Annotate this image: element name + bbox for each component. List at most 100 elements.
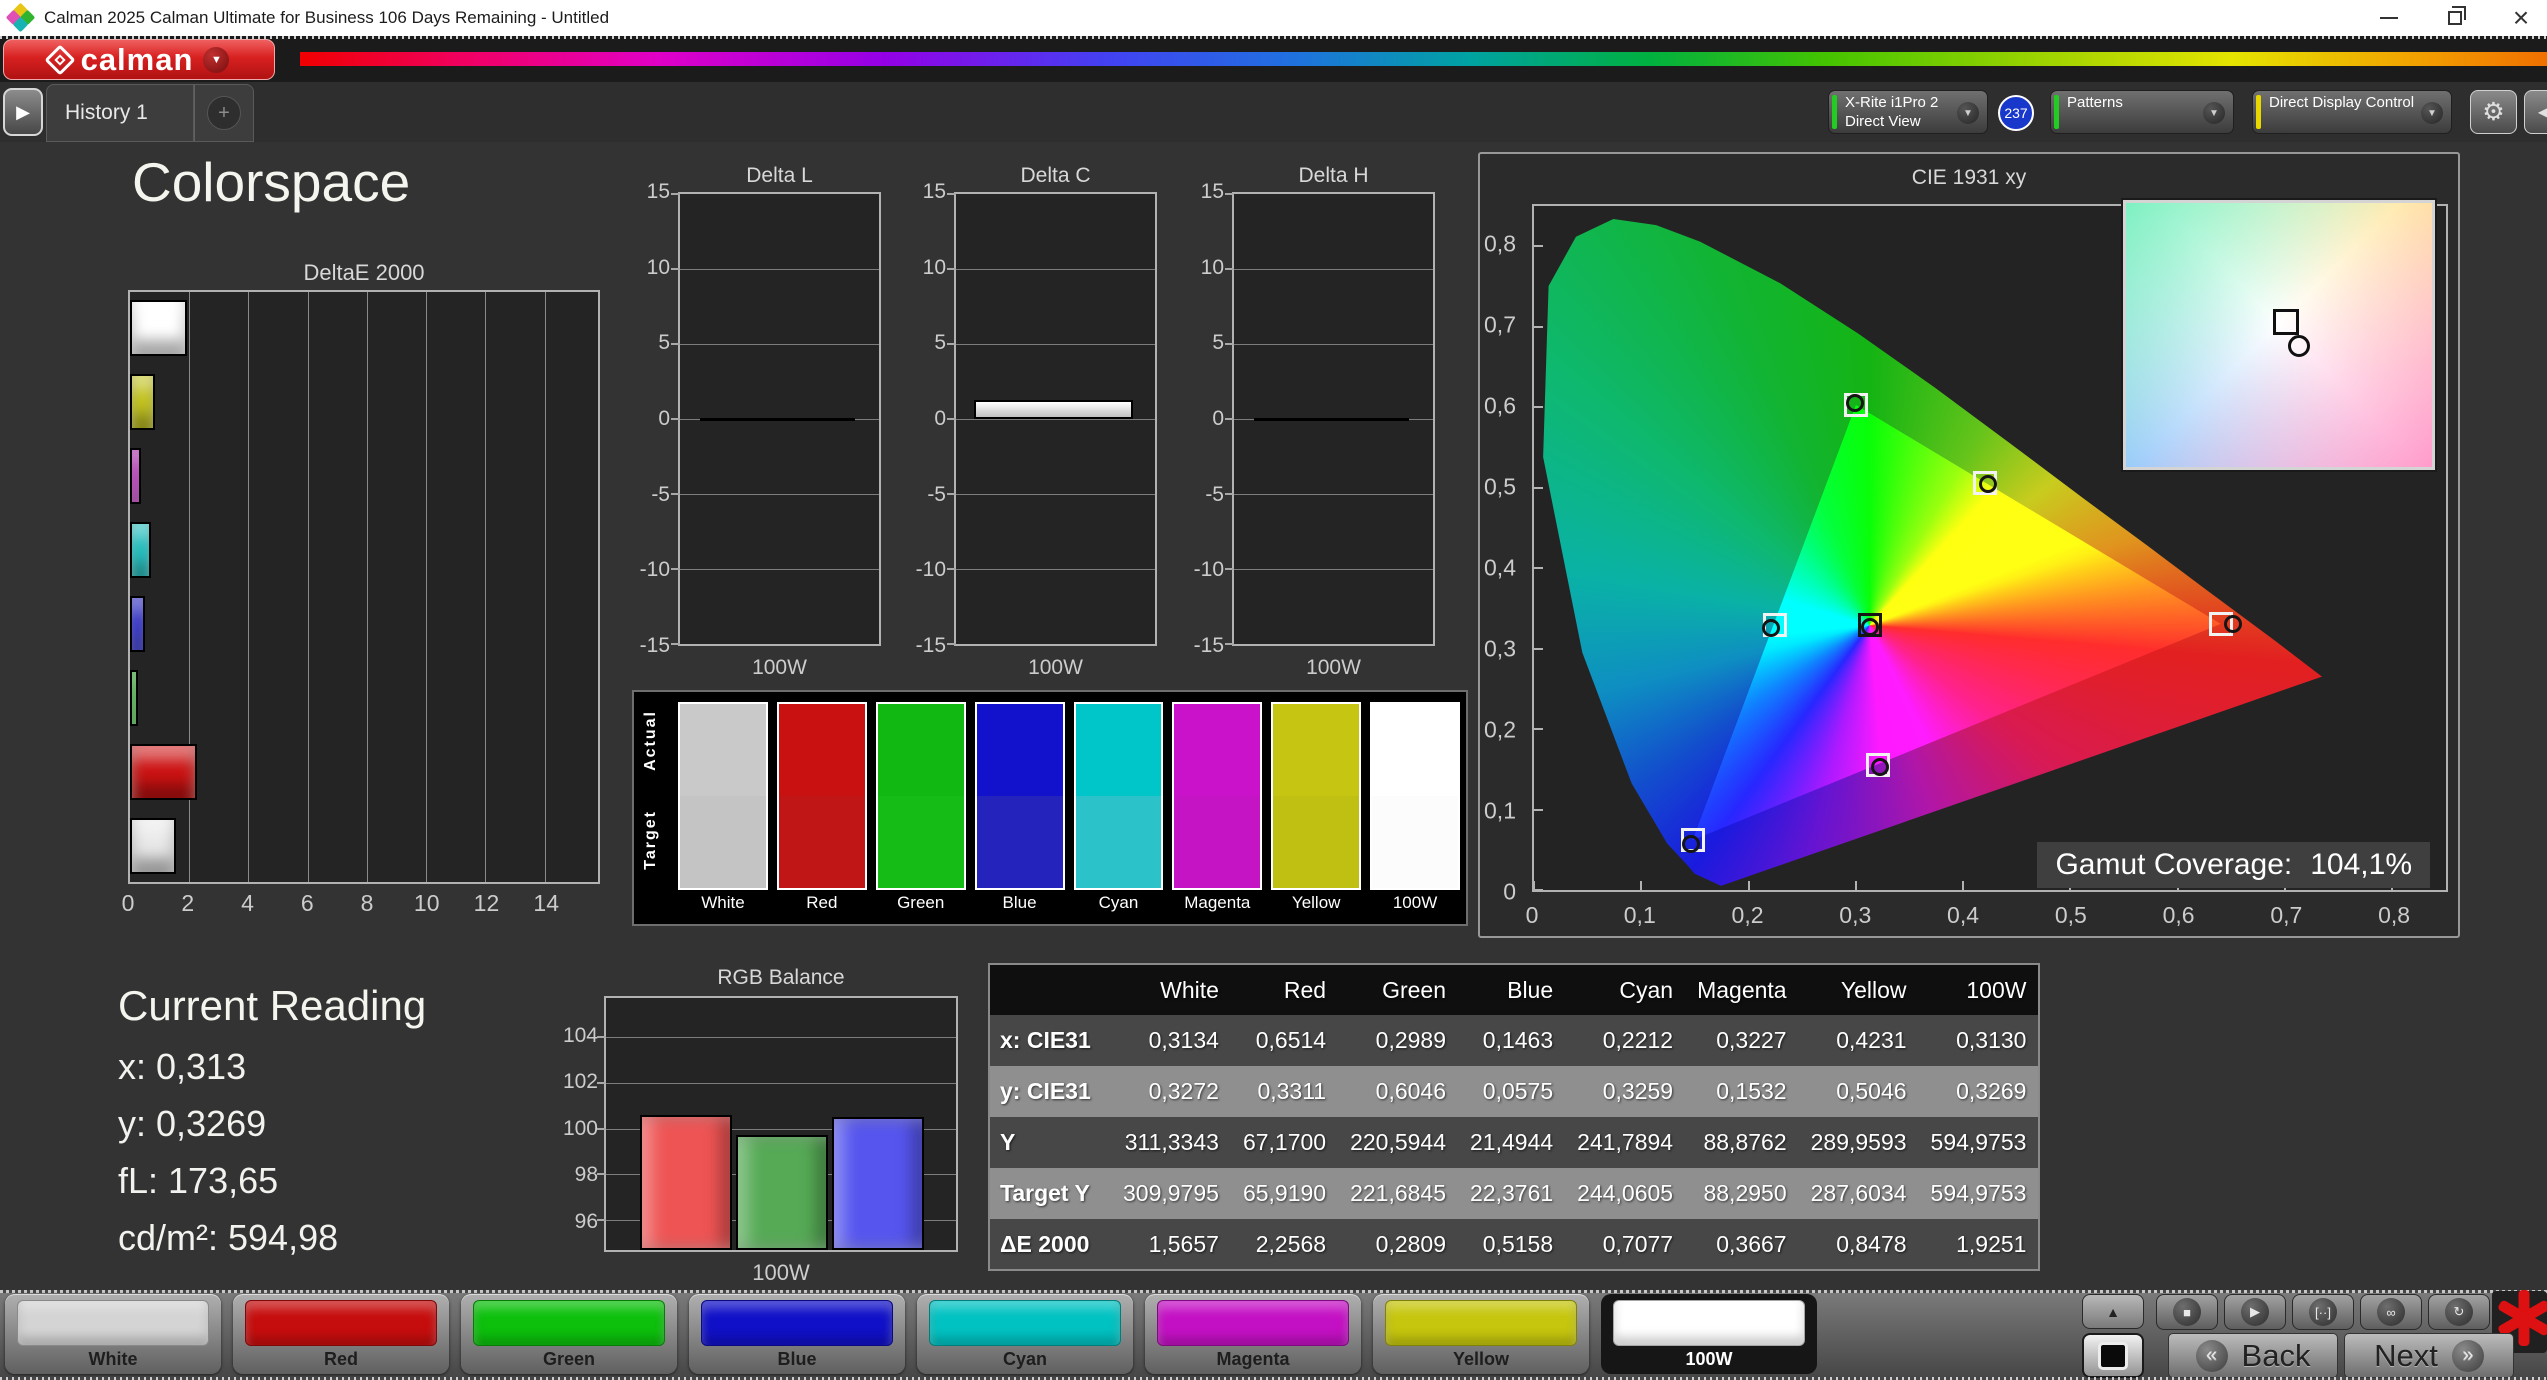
target-swatch: [778, 796, 865, 888]
table-cell: 0,3227: [1716, 1027, 1787, 1053]
table-cell: 0,6514: [1255, 1027, 1327, 1053]
plus-icon: +: [207, 96, 241, 130]
gridline: [366, 292, 368, 882]
next-button[interactable]: Next »: [2344, 1333, 2514, 1378]
pattern-button-blue[interactable]: Blue: [689, 1294, 905, 1374]
swatch-label: Blue: [1002, 893, 1037, 912]
table-cell: 88,2950: [1703, 1180, 1787, 1206]
axis-tick-label: 6: [300, 890, 314, 916]
restore-button[interactable]: [2438, 0, 2472, 36]
delta-h-chart: Delta H 15 10 5 0 -5 -10 -15 100W: [1190, 164, 1450, 704]
axis-tick-label: 8: [360, 890, 374, 916]
table-cell: 22,3761: [1470, 1180, 1554, 1206]
axis-tick-label: 10: [922, 255, 946, 279]
gamut-coverage-value: 104,1%: [2310, 848, 2412, 881]
swatch-column-100w: 100W: [1370, 702, 1460, 916]
pattern-button-magenta[interactable]: Magenta: [1145, 1294, 1361, 1374]
pattern-button-green[interactable]: Green: [461, 1294, 677, 1374]
tab-history-1[interactable]: History 1: [46, 84, 194, 142]
target-swatch: [1273, 796, 1360, 888]
table-cell: 1,5657: [1148, 1230, 1219, 1257]
cie-1931-panel: CIE 1931 xy 0 0,1 0,2 0,3 0,4 0,5 0,6 0,7 0,8 00…: [1478, 152, 2460, 938]
play-button[interactable]: ▶: [2224, 1294, 2286, 1330]
table-cell: 67,1700: [1242, 1129, 1327, 1155]
meter-dropdown-icon[interactable]: ▼: [1957, 102, 1979, 124]
axis-tick-label: 5: [658, 331, 670, 355]
pattern-button-yellow[interactable]: Yellow: [1373, 1294, 1589, 1374]
pattern-button-white[interactable]: White: [5, 1294, 221, 1374]
swatch-columns: White Red Green Blue Cyan Magenta Yellow 100W: [678, 702, 1460, 916]
collapse-panel-button[interactable]: ◀: [2524, 90, 2547, 134]
table-row: Target Y 309,9795 65,9190 221,6845 22,3761 24…: [989, 1168, 2040, 1219]
table-cell: 0,7077: [1602, 1230, 1674, 1257]
stop-button[interactable]: ■: [2156, 1294, 2218, 1330]
calman-dropdown-icon[interactable]: ▼: [203, 46, 230, 73]
pattern-button-cyan[interactable]: Cyan: [917, 1294, 1133, 1374]
meter-selector-button[interactable]: X-Rite i1Pro 2 Direct View ▼: [1828, 90, 1988, 134]
back-button[interactable]: « Back: [2168, 1333, 2338, 1378]
tick-mark: [1534, 889, 1543, 891]
zero-line: [699, 418, 856, 421]
minimize-button[interactable]: [2372, 0, 2406, 36]
swatch-column-white: White: [678, 702, 768, 916]
axis-tick-label: 5: [934, 331, 946, 355]
actual-target-swatch-panel: Actual Target White Red Green Blue Cyan Magen…: [632, 690, 1468, 926]
tick-mark: [1534, 647, 1543, 650]
display-control-selector-button[interactable]: Direct Display Control ▼: [2252, 90, 2452, 134]
pattern-label: Red: [323, 1349, 358, 1369]
axis-tick-label: -15: [639, 634, 670, 657]
swatch-stack: [1073, 702, 1164, 890]
session-play-button[interactable]: ▶: [3, 88, 43, 136]
axis-tick-label: 100: [562, 1116, 598, 1140]
display-icon: [2098, 1341, 2128, 1370]
tick-mark: [671, 492, 680, 495]
column-header-Cyan: Cyan: [1565, 964, 1686, 1015]
settings-button[interactable]: ⚙: [2470, 90, 2517, 134]
swatch-stack: [974, 702, 1065, 890]
table-cell: 0,2809: [1375, 1230, 1447, 1257]
swatch-label: Red: [806, 893, 838, 912]
patterns-dropdown-icon[interactable]: ▼: [2203, 102, 2225, 124]
tick-mark: [947, 193, 956, 195]
series-button[interactable]: [··]: [2292, 1294, 2354, 1330]
display-window-button[interactable]: [2082, 1333, 2144, 1378]
column-header-label: [989, 964, 1111, 1015]
pattern-button-red[interactable]: Red: [233, 1294, 449, 1374]
close-button[interactable]: ×: [2504, 0, 2538, 36]
axis-tick-label: -5: [651, 482, 670, 506]
play-icon: ▶: [2241, 1298, 2269, 1326]
table-cell: 2,2568: [1255, 1230, 1327, 1257]
table-cell: 309,9795: [1123, 1180, 1219, 1206]
continuous-button[interactable]: ∞: [2360, 1294, 2422, 1330]
magenta-measured-marker: [1871, 757, 1890, 776]
tick-mark: [947, 643, 956, 645]
patterns-selector-button[interactable]: Patterns ▼: [2050, 90, 2234, 134]
reading-y: y: 0,3269: [118, 1103, 267, 1144]
page-title: Colorspace: [132, 151, 411, 213]
white-point-target-marker: [2272, 308, 2299, 335]
tick-mark: [1225, 568, 1234, 570]
pattern-swatch: [929, 1300, 1121, 1346]
pattern-bar-expand-button[interactable]: ▲: [2082, 1294, 2144, 1329]
gridline: [1234, 268, 1433, 270]
axis-tick-label: 0,1: [1484, 797, 1516, 824]
axis-tick-label: -10: [915, 558, 946, 582]
axis-tick-label: 0,5: [2054, 902, 2087, 928]
tick-mark: [947, 342, 956, 345]
tick-mark: [1747, 881, 1750, 890]
target-swatch: [1174, 796, 1261, 888]
axis-tick-label: 0,8: [1484, 230, 1516, 257]
add-tab-button[interactable]: +: [194, 84, 254, 142]
pattern-swatch: [1613, 1300, 1805, 1346]
table-cell: 289,9593: [1810, 1129, 1907, 1155]
table-row: ΔE 2000 1,5657 2,2568 0,2809 0,5158 0,7077 0,3…: [989, 1219, 2040, 1270]
swatch-stack: [678, 702, 768, 890]
gridline: [680, 493, 879, 495]
pattern-button-100w[interactable]: 100W: [1601, 1294, 1817, 1374]
calman-menu-button[interactable]: calman ▼: [3, 39, 275, 80]
tick-mark: [671, 418, 680, 420]
tick-mark: [1534, 406, 1543, 409]
gridline: [248, 292, 250, 882]
refresh-button[interactable]: ↻: [2428, 1294, 2490, 1330]
display-control-dropdown-icon[interactable]: ▼: [2421, 102, 2443, 124]
